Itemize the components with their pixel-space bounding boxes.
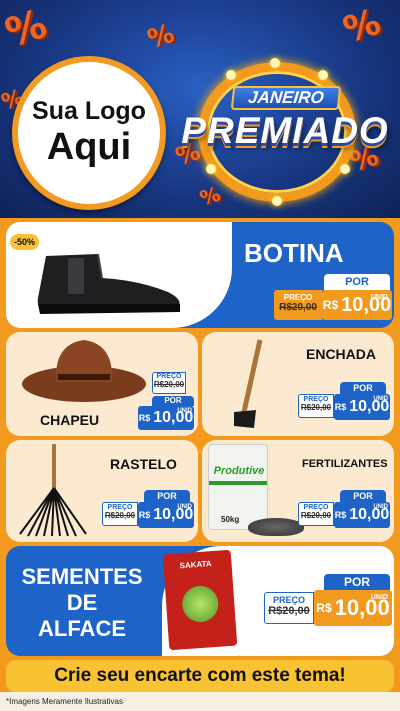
new-price: R$ 10,00 UNID	[322, 290, 392, 320]
por-label: POR	[324, 574, 390, 590]
preco-label: PREÇO	[156, 373, 182, 380]
footnote: *Imagens Meramente Ilustrativas	[0, 692, 400, 711]
unit-label: UNID	[177, 408, 192, 414]
old-price-box: PREÇO R$20,00	[264, 592, 314, 624]
badge-premiado: PREMIADO	[181, 110, 389, 151]
logo-text-line2: Aqui	[46, 125, 132, 168]
preco-label: PREÇO	[107, 504, 133, 511]
new-price: R$ 10,00 UNID	[314, 590, 392, 626]
bag-stripe	[209, 481, 267, 485]
lettuce-image	[181, 584, 220, 624]
seed-packet: SAKATA	[162, 549, 238, 651]
hoe-icon	[234, 339, 263, 428]
badge-janeiro: JANEIRO	[230, 86, 342, 110]
product-card-fertilizantes[interactable]: Produtive 50kg FERTILIZANTES POR PREÇO R…	[202, 440, 394, 542]
product-title-block: SEMENTES DE ALFACE	[12, 564, 152, 642]
product-name-line1: SEMENTES	[21, 564, 143, 589]
cta-banner[interactable]: Crie seu encarte com este tema!	[6, 660, 394, 692]
unit-label: UNID	[177, 504, 192, 510]
preco-label: PREÇO	[303, 504, 329, 511]
product-card-botina[interactable]: -50% BOTINA POR PREÇO R$20,00 R$ 10,00 U…	[6, 222, 394, 328]
logo-text-line1: Sua Logo	[32, 96, 146, 125]
light-bulb-icon	[206, 164, 216, 174]
fertilizer-pile	[248, 518, 304, 536]
por-label: POR	[324, 274, 390, 290]
old-price-box: PREÇO R$20,00	[102, 502, 138, 526]
product-card-rastelo[interactable]: RASTELO POR PREÇO R$20,00 R$ 10,00 UNID	[6, 440, 198, 542]
fertilizer-bag: Produtive 50kg	[208, 444, 268, 530]
new-price: R$ 10,00 UNID	[138, 406, 194, 430]
por-label: POR	[340, 382, 386, 394]
product-name-line3: ALFACE	[38, 616, 126, 641]
currency: R$	[334, 402, 347, 412]
product-card-enchada[interactable]: ENCHADA POR PREÇO R$20,00 R$ 10,00 UNID	[202, 332, 394, 436]
old-price: R$20,00	[153, 380, 185, 389]
bag-brand: Produtive	[213, 465, 265, 477]
old-price-box: PREÇO R$20,00	[298, 394, 334, 418]
unit-label: UNID	[373, 504, 388, 510]
por-label: POR	[144, 490, 190, 502]
product-card-chapeu[interactable]: CHAPEU PREÇO R$20,00 POR R$ 10,00 UNID	[6, 332, 198, 436]
product-name: CHAPEU	[40, 412, 100, 428]
old-price: R$20,00	[300, 403, 332, 412]
percent-icon: %	[338, 1, 386, 52]
currency: R$	[316, 601, 332, 615]
light-bulb-icon	[226, 70, 236, 80]
product-name-line2: DE	[66, 590, 98, 615]
currency: R$	[138, 413, 151, 423]
unit-label: UNID	[370, 294, 388, 301]
header-banner: % % % % % % % Sua Logo Aqui JANEIRO PREM…	[0, 0, 400, 218]
light-bulb-icon	[318, 70, 328, 80]
new-price: R$ 10,00 UNID	[334, 394, 390, 420]
old-price-box: PREÇO R$20,00	[152, 372, 186, 394]
bag-weight: 50kg	[221, 515, 240, 524]
new-price: R$ 10,00 UNID	[138, 502, 194, 528]
light-bulb-icon	[272, 196, 282, 206]
old-price: R$20,00	[279, 302, 317, 313]
unit-label: UNID	[373, 396, 388, 402]
rake-icon	[19, 444, 87, 537]
por-label: POR	[340, 490, 386, 502]
product-card-sementes[interactable]: SEMENTES DE ALFACE SAKATA POR PREÇO R$20…	[6, 546, 394, 656]
old-price: R$20,00	[300, 511, 332, 520]
old-price: R$20,00	[268, 605, 310, 617]
percent-icon: %	[196, 181, 224, 211]
unit-label: UNID	[370, 594, 388, 601]
percent-icon: %	[0, 0, 53, 58]
old-price-box: PREÇO R$20,00	[274, 290, 322, 320]
product-name: FERTILIZANTES	[302, 458, 388, 470]
currency: R$	[322, 298, 339, 312]
preco-label: PREÇO	[283, 293, 313, 302]
logo-placeholder: Sua Logo Aqui	[12, 56, 166, 210]
new-price: R$ 10,00 UNID	[334, 502, 390, 528]
light-bulb-icon	[340, 164, 350, 174]
hat-icon	[22, 340, 146, 402]
preco-label: PREÇO	[303, 396, 329, 403]
old-price-box: PREÇO R$20,00	[298, 502, 334, 526]
currency: R$	[334, 510, 347, 520]
boot-icon	[37, 253, 180, 314]
product-name: RASTELO	[110, 456, 177, 472]
preco-label: PREÇO	[272, 595, 305, 605]
product-name: BOTINA	[244, 238, 344, 268]
currency: R$	[138, 510, 151, 520]
old-price: R$20,00	[104, 511, 136, 520]
product-name: ENCHADA	[306, 346, 376, 362]
por-label: POR	[152, 396, 194, 406]
light-bulb-icon	[270, 58, 280, 68]
packet-brand: SAKATA	[179, 559, 212, 571]
percent-icon: %	[144, 18, 179, 56]
